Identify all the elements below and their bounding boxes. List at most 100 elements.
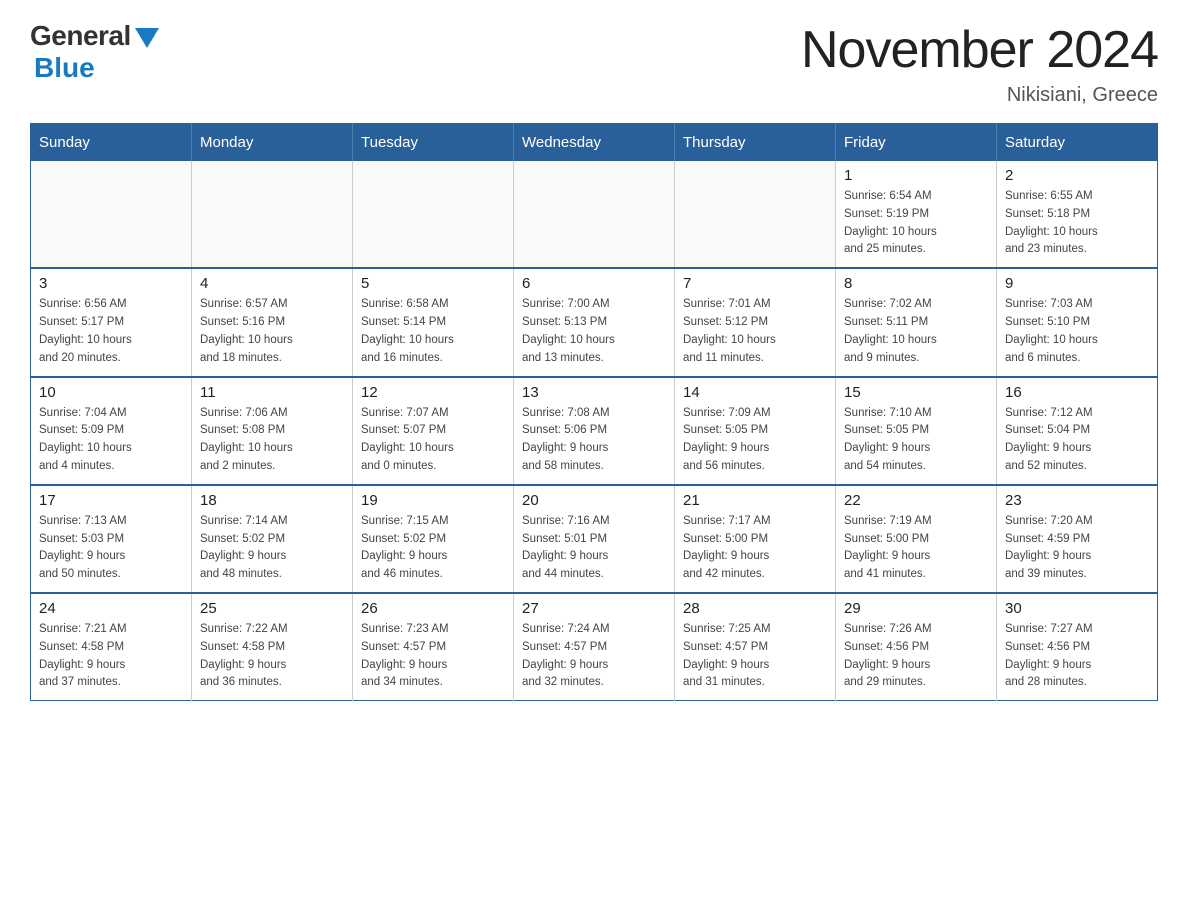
day-info: Sunrise: 7:07 AMSunset: 5:07 PMDaylight:…: [361, 405, 505, 476]
calendar-week-row: 3 Sunrise: 6:56 AMSunset: 5:17 PMDaylight…: [31, 268, 1158, 376]
weekday-header-saturday: Saturday: [997, 124, 1158, 162]
calendar-week-row: 10 Sunrise: 7:04 AMSunset: 5:09 PMDayligh…: [31, 377, 1158, 485]
month-title: November 2024: [801, 20, 1158, 80]
day-info: Sunrise: 7:27 AMSunset: 4:56 PMDaylight:…: [1005, 621, 1149, 692]
calendar-cell: 28 Sunrise: 7:25 AMSunset: 4:57 PMDayligh…: [675, 593, 836, 701]
day-info: Sunrise: 7:19 AMSunset: 5:00 PMDaylight:…: [844, 513, 988, 584]
calendar-cell: 9Sunrise: 7:03 AMSunset: 5:10 PMDaylight…: [997, 268, 1158, 376]
calendar-cell: 18 Sunrise: 7:14 AMSunset: 5:02 PMDayligh…: [192, 485, 353, 593]
location-label: Nikisiani, Greece: [801, 84, 1158, 107]
day-info: Sunrise: 7:25 AMSunset: 4:57 PMDaylight:…: [683, 621, 827, 692]
day-number: 26: [361, 600, 505, 617]
calendar-cell: 13 Sunrise: 7:08 AMSunset: 5:06 PMDayligh…: [514, 377, 675, 485]
day-number: 28: [683, 600, 827, 617]
day-info: Sunrise: 7:00 AMSunset: 5:13 PMDaylight:…: [522, 296, 666, 367]
calendar-cell: 30 Sunrise: 7:27 AMSunset: 4:56 PMDayligh…: [997, 593, 1158, 701]
day-number: 11: [200, 384, 344, 401]
calendar-cell: [675, 161, 836, 268]
day-number: 2: [1005, 167, 1149, 184]
calendar-cell: 14 Sunrise: 7:09 AMSunset: 5:05 PMDayligh…: [675, 377, 836, 485]
day-number: 13: [522, 384, 666, 401]
day-number: 19: [361, 492, 505, 509]
day-info: Sunrise: 7:06 AMSunset: 5:08 PMDaylight:…: [200, 405, 344, 476]
calendar-week-row: 1Sunrise: 6:54 AMSunset: 5:19 PMDaylight…: [31, 161, 1158, 268]
calendar-cell: 6 Sunrise: 7:00 AMSunset: 5:13 PMDaylight…: [514, 268, 675, 376]
calendar-cell: [514, 161, 675, 268]
day-info: Sunrise: 6:58 AMSunset: 5:14 PMDaylight:…: [361, 296, 505, 367]
day-number: 18: [200, 492, 344, 509]
calendar-cell: 3 Sunrise: 6:56 AMSunset: 5:17 PMDaylight…: [31, 268, 192, 376]
day-info: Sunrise: 7:12 AMSunset: 5:04 PMDaylight:…: [1005, 405, 1149, 476]
day-info: Sunrise: 7:14 AMSunset: 5:02 PMDaylight:…: [200, 513, 344, 584]
calendar-week-row: 17Sunrise: 7:13 AMSunset: 5:03 PMDayligh…: [31, 485, 1158, 593]
day-number: 15: [844, 384, 988, 401]
day-info: Sunrise: 7:10 AMSunset: 5:05 PMDaylight:…: [844, 405, 988, 476]
calendar-cell: 4 Sunrise: 6:57 AMSunset: 5:16 PMDaylight…: [192, 268, 353, 376]
weekday-header-friday: Friday: [836, 124, 997, 162]
day-info: Sunrise: 7:22 AMSunset: 4:58 PMDaylight:…: [200, 621, 344, 692]
day-info: Sunrise: 7:23 AMSunset: 4:57 PMDaylight:…: [361, 621, 505, 692]
calendar-cell: 12 Sunrise: 7:07 AMSunset: 5:07 PMDayligh…: [353, 377, 514, 485]
calendar-cell: 24Sunrise: 7:21 AMSunset: 4:58 PMDayligh…: [31, 593, 192, 701]
day-info: Sunrise: 7:17 AMSunset: 5:00 PMDaylight:…: [683, 513, 827, 584]
day-number: 9: [1005, 275, 1149, 292]
calendar-cell: 15 Sunrise: 7:10 AMSunset: 5:05 PMDayligh…: [836, 377, 997, 485]
day-info: Sunrise: 7:16 AMSunset: 5:01 PMDaylight:…: [522, 513, 666, 584]
day-info: Sunrise: 7:04 AMSunset: 5:09 PMDaylight:…: [39, 405, 183, 476]
day-number: 29: [844, 600, 988, 617]
day-number: 30: [1005, 600, 1149, 617]
weekday-header-row: SundayMondayTuesdayWednesdayThursdayFrid…: [31, 124, 1158, 162]
calendar-cell: 17Sunrise: 7:13 AMSunset: 5:03 PMDayligh…: [31, 485, 192, 593]
day-number: 3: [39, 275, 183, 292]
day-number: 6: [522, 275, 666, 292]
day-info: Sunrise: 6:57 AMSunset: 5:16 PMDaylight:…: [200, 296, 344, 367]
calendar-cell: 27 Sunrise: 7:24 AMSunset: 4:57 PMDayligh…: [514, 593, 675, 701]
title-area: November 2024 Nikisiani, Greece: [801, 20, 1158, 107]
calendar-cell: 11 Sunrise: 7:06 AMSunset: 5:08 PMDayligh…: [192, 377, 353, 485]
day-number: 25: [200, 600, 344, 617]
weekday-header-wednesday: Wednesday: [514, 124, 675, 162]
day-info: Sunrise: 7:15 AMSunset: 5:02 PMDaylight:…: [361, 513, 505, 584]
day-info: Sunrise: 7:01 AMSunset: 5:12 PMDaylight:…: [683, 296, 827, 367]
day-info: Sunrise: 7:20 AMSunset: 4:59 PMDaylight:…: [1005, 513, 1149, 584]
day-info: Sunrise: 7:24 AMSunset: 4:57 PMDaylight:…: [522, 621, 666, 692]
logo-blue-text: Blue: [34, 52, 95, 84]
calendar-cell: 7 Sunrise: 7:01 AMSunset: 5:12 PMDaylight…: [675, 268, 836, 376]
weekday-header-monday: Monday: [192, 124, 353, 162]
day-number: 1: [844, 167, 988, 184]
day-number: 16: [1005, 384, 1149, 401]
day-number: 20: [522, 492, 666, 509]
day-info: Sunrise: 6:56 AMSunset: 5:17 PMDaylight:…: [39, 296, 183, 367]
day-number: 21: [683, 492, 827, 509]
day-number: 27: [522, 600, 666, 617]
logo: General Blue: [30, 20, 159, 84]
day-number: 8: [844, 275, 988, 292]
weekday-header-sunday: Sunday: [31, 124, 192, 162]
day-number: 22: [844, 492, 988, 509]
calendar-cell: 19 Sunrise: 7:15 AMSunset: 5:02 PMDayligh…: [353, 485, 514, 593]
calendar-cell: 23 Sunrise: 7:20 AMSunset: 4:59 PMDayligh…: [997, 485, 1158, 593]
calendar-table: SundayMondayTuesdayWednesdayThursdayFrid…: [30, 123, 1158, 701]
calendar-cell: 10 Sunrise: 7:04 AMSunset: 5:09 PMDayligh…: [31, 377, 192, 485]
calendar-week-row: 24Sunrise: 7:21 AMSunset: 4:58 PMDayligh…: [31, 593, 1158, 701]
day-number: 7: [683, 275, 827, 292]
calendar-body: 1Sunrise: 6:54 AMSunset: 5:19 PMDaylight…: [31, 161, 1158, 701]
day-number: 4: [200, 275, 344, 292]
calendar-cell: [31, 161, 192, 268]
day-info: Sunrise: 7:09 AMSunset: 5:05 PMDaylight:…: [683, 405, 827, 476]
calendar-cell: 5Sunrise: 6:58 AMSunset: 5:14 PMDaylight…: [353, 268, 514, 376]
day-info: Sunrise: 7:02 AMSunset: 5:11 PMDaylight:…: [844, 296, 988, 367]
day-number: 14: [683, 384, 827, 401]
day-info: Sunrise: 7:26 AMSunset: 4:56 PMDaylight:…: [844, 621, 988, 692]
day-number: 23: [1005, 492, 1149, 509]
day-info: Sunrise: 6:55 AMSunset: 5:18 PMDaylight:…: [1005, 188, 1149, 259]
day-number: 10: [39, 384, 183, 401]
weekday-header-tuesday: Tuesday: [353, 124, 514, 162]
day-info: Sunrise: 7:13 AMSunset: 5:03 PMDaylight:…: [39, 513, 183, 584]
weekday-header-thursday: Thursday: [675, 124, 836, 162]
calendar-cell: 16 Sunrise: 7:12 AMSunset: 5:04 PMDayligh…: [997, 377, 1158, 485]
logo-general-text: General: [30, 20, 131, 52]
day-info: Sunrise: 7:08 AMSunset: 5:06 PMDaylight:…: [522, 405, 666, 476]
calendar-cell: [353, 161, 514, 268]
day-number: 12: [361, 384, 505, 401]
